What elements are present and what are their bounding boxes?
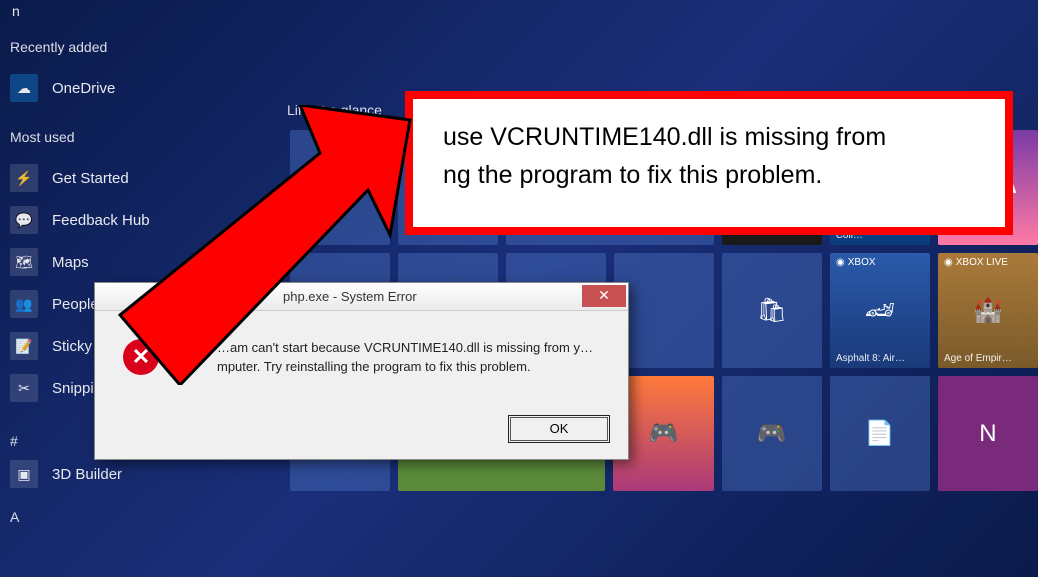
feedbackhub-icon: 💬 bbox=[10, 206, 38, 234]
asphalt-label: Asphalt 8: Air… bbox=[836, 353, 905, 364]
stickynotes-icon: 📝 bbox=[10, 332, 38, 360]
snipping-icon: ✂ bbox=[10, 374, 38, 402]
xboxlive-badge: ◉ XBOX LIVE bbox=[944, 257, 1008, 268]
maps-icon: 🗺 bbox=[10, 248, 38, 276]
dialog-title: php.exe - System Error bbox=[283, 289, 417, 304]
3dbuilder-icon: ▣ bbox=[10, 460, 38, 488]
menu-item-onedrive[interactable]: ☁ OneDrive bbox=[10, 67, 270, 109]
maps-label: Maps bbox=[52, 254, 89, 271]
tile-onenote[interactable]: N bbox=[938, 376, 1038, 491]
menu-truncated-header: n bbox=[12, 3, 270, 19]
highlight-callout: use VCRUNTIME140.dll is missing from ng … bbox=[405, 91, 1013, 235]
people-label: People bbox=[52, 296, 99, 313]
3dbuilder-label: 3D Builder bbox=[52, 466, 122, 483]
menu-item-feedbackhub[interactable]: 💬 Feedback Hub bbox=[10, 199, 270, 241]
dialog-body: ✕ …am can't start because VCRUNTIME140.d… bbox=[95, 311, 628, 459]
dialog-message: …am can't start because VCRUNTIME140.dll… bbox=[177, 339, 608, 377]
xbox-badge-2: ◉ XBOX bbox=[836, 257, 876, 268]
close-icon: ✕ bbox=[598, 287, 610, 304]
recently-added-label: Recently added bbox=[10, 39, 270, 55]
getstarted-label: Get Started bbox=[52, 170, 129, 187]
ageempires-label: Age of Empir… bbox=[944, 353, 1012, 364]
error-icon: ✕ bbox=[123, 339, 159, 375]
tile-asphalt[interactable]: ◉ XBOX 🏎Asphalt 8: Air… bbox=[830, 253, 930, 368]
tile-blank1[interactable] bbox=[614, 253, 714, 368]
tile-calendar[interactable] bbox=[290, 130, 390, 245]
ok-button[interactable]: OK bbox=[510, 417, 608, 441]
tile-office[interactable]: 📄 bbox=[830, 376, 930, 491]
people-icon: 👥 bbox=[10, 290, 38, 318]
error-dialog: php.exe - System Error ✕ ✕ …am can't sta… bbox=[94, 282, 629, 460]
dialog-titlebar[interactable]: php.exe - System Error ✕ bbox=[95, 283, 628, 311]
onedrive-icon: ☁ bbox=[10, 74, 38, 102]
feedbackhub-label: Feedback Hub bbox=[52, 212, 150, 229]
tile-store[interactable]: 🛍 bbox=[722, 253, 822, 368]
tile-ageempires[interactable]: ◉ XBOX LIVE 🏰Age of Empir… bbox=[938, 253, 1038, 368]
highlight-line2: ng the program to fix this problem. bbox=[443, 157, 989, 195]
getstarted-icon: ⚡ bbox=[10, 164, 38, 192]
menu-item-maps[interactable]: 🗺 Maps bbox=[10, 241, 270, 283]
most-used-label: Most used bbox=[10, 129, 270, 145]
highlight-line1: use VCRUNTIME140.dll is missing from bbox=[443, 119, 989, 157]
life-at-a-glance-label: Life at a glance bbox=[287, 102, 382, 118]
tile-game2[interactable]: 🎮 bbox=[722, 376, 822, 491]
menu-item-getstarted[interactable]: ⚡ Get Started bbox=[10, 157, 270, 199]
close-button[interactable]: ✕ bbox=[582, 285, 626, 307]
onedrive-label: OneDrive bbox=[52, 80, 115, 97]
a-header: A bbox=[10, 509, 270, 525]
